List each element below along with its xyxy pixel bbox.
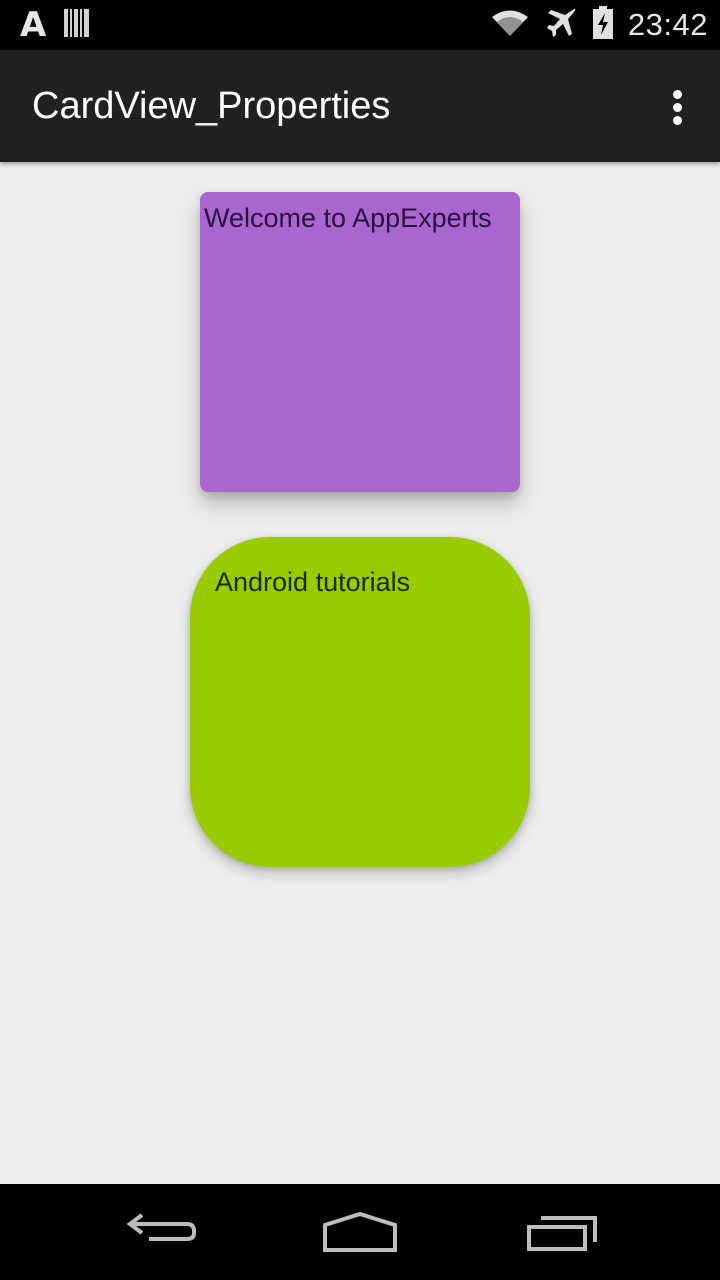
recents-icon: [527, 1216, 597, 1251]
navigation-bar: [0, 1184, 720, 1280]
home-button[interactable]: [315, 1202, 405, 1262]
back-button[interactable]: [115, 1202, 205, 1262]
overflow-menu-button[interactable]: [666, 86, 690, 128]
overflow-menu-dot: [673, 103, 682, 112]
back-icon: [126, 1213, 196, 1241]
card-android-tutorials[interactable]: Android tutorials: [190, 537, 530, 867]
status-bar: A 23:42: [0, 0, 720, 50]
overflow-menu-icon: [673, 90, 682, 99]
status-time: 23:42: [627, 7, 708, 42]
app-notification-icon: A: [20, 5, 47, 45]
card-welcome[interactable]: Welcome to AppExperts: [200, 192, 520, 492]
airplane-mode-icon: [544, 6, 578, 45]
card-android-tutorials-text: Android tutorials: [215, 567, 411, 597]
wifi-icon: [490, 8, 530, 43]
barcode-icon: [64, 7, 90, 44]
battery-charging-icon: [592, 5, 614, 45]
recents-button[interactable]: [517, 1202, 607, 1262]
home-icon: [323, 1211, 397, 1252]
card-welcome-text: Welcome to AppExperts: [204, 203, 492, 233]
overflow-menu-dot: [673, 116, 682, 125]
app-title: CardView_Properties: [32, 85, 391, 127]
status-bar-notifications: A: [20, 6, 90, 44]
action-bar: CardView_Properties: [0, 50, 720, 162]
content-area: Welcome to AppExperts Android tutorials: [0, 162, 720, 1184]
status-bar-system: 23:42: [490, 0, 708, 50]
app-screen: A 23:42 CardView_Properties Welcome to A…: [0, 0, 720, 1280]
